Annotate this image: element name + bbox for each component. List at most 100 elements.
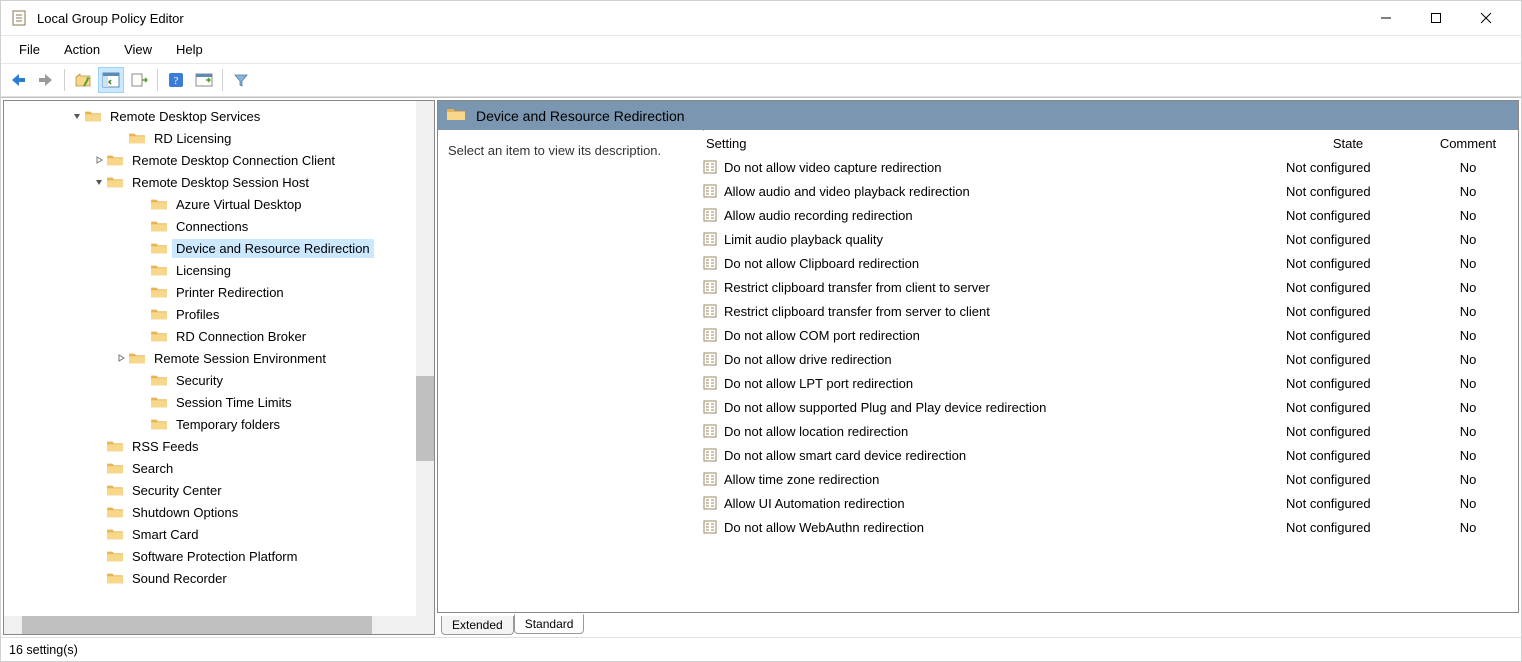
- setting-row[interactable]: Do not allow COM port redirectionNot con…: [700, 323, 1518, 347]
- tree-view[interactable]: Remote Desktop ServicesRD LicensingRemot…: [4, 101, 434, 616]
- tab-standard[interactable]: Standard: [514, 614, 585, 634]
- tree-item[interactable]: Temporary folders: [4, 413, 434, 435]
- tree-item[interactable]: Device and Resource Redirection: [4, 237, 434, 259]
- setting-name: Do not allow LPT port redirection: [724, 376, 913, 391]
- policy-icon: [702, 399, 718, 415]
- tree-item[interactable]: Remote Desktop Session Host: [4, 171, 434, 193]
- setting-row[interactable]: Allow UI Automation redirectionNot confi…: [700, 491, 1518, 515]
- setting-row[interactable]: Allow audio and video playback redirecti…: [700, 179, 1518, 203]
- setting-state: Not configured: [1278, 376, 1418, 391]
- back-button[interactable]: [5, 67, 31, 93]
- setting-comment: No: [1418, 328, 1518, 343]
- chevron-right-icon[interactable]: [92, 155, 106, 165]
- setting-comment: No: [1418, 256, 1518, 271]
- window-controls: [1361, 1, 1511, 35]
- tree-item[interactable]: Remote Desktop Connection Client: [4, 149, 434, 171]
- setting-comment: No: [1418, 160, 1518, 175]
- setting-row[interactable]: Do not allow LPT port redirection Not con…: [700, 371, 1518, 395]
- setting-comment: No: [1418, 520, 1518, 535]
- menu-help[interactable]: Help: [166, 38, 213, 61]
- export-button[interactable]: [126, 67, 152, 93]
- chevron-down-icon[interactable]: [92, 177, 106, 187]
- help-button[interactable]: ?: [163, 67, 189, 93]
- vertical-scrollbar[interactable]: [416, 101, 434, 616]
- tree-item[interactable]: Printer Redirection: [4, 281, 434, 303]
- setting-name: Do not allow supported Plug and Play dev…: [724, 400, 1046, 415]
- scrollbar-thumb[interactable]: [416, 376, 434, 461]
- folder-icon: [150, 328, 168, 344]
- tree-item[interactable]: Remote Session Environment: [4, 347, 434, 369]
- menu-view[interactable]: View: [114, 38, 162, 61]
- menu-file[interactable]: File: [9, 38, 50, 61]
- setting-row[interactable]: Do not allow supported Plug and Play dev…: [700, 395, 1518, 419]
- tree-item[interactable]: RSS Feeds: [4, 435, 434, 457]
- tree-item-label: Printer Redirection: [172, 283, 288, 302]
- setting-name: Do not allow COM port redirection: [724, 328, 920, 343]
- filter-button[interactable]: [228, 67, 254, 93]
- setting-row[interactable]: Allow audio recording redirectionNot con…: [700, 203, 1518, 227]
- setting-row[interactable]: Do not allow location redirectionNot con…: [700, 419, 1518, 443]
- setting-row[interactable]: Limit audio playback qualityNot configur…: [700, 227, 1518, 251]
- menu-action[interactable]: Action: [54, 38, 110, 61]
- tree-item[interactable]: RD Licensing: [4, 127, 434, 149]
- up-button[interactable]: [70, 67, 96, 93]
- chevron-right-icon[interactable]: [114, 353, 128, 363]
- column-setting[interactable]: Setting: [700, 132, 1278, 155]
- setting-comment: No: [1418, 208, 1518, 223]
- app-icon: [11, 9, 29, 27]
- tree-item[interactable]: Search: [4, 457, 434, 479]
- tree-item-label: Search: [128, 459, 177, 478]
- folder-icon: [150, 394, 168, 410]
- tree-item[interactable]: Licensing: [4, 259, 434, 281]
- setting-row[interactable]: Do not allow Clipboard redirectionNot co…: [700, 251, 1518, 275]
- chevron-down-icon[interactable]: [70, 111, 84, 121]
- maximize-button[interactable]: [1411, 1, 1461, 35]
- show-hide-tree-button[interactable]: [98, 67, 124, 93]
- setting-state: Not configured: [1278, 472, 1418, 487]
- tree-item[interactable]: RD Connection Broker: [4, 325, 434, 347]
- tab-extended[interactable]: Extended: [441, 616, 514, 635]
- tree-item-label: Device and Resource Redirection: [172, 239, 374, 258]
- setting-row[interactable]: Do not allow video capture redirectionNo…: [700, 155, 1518, 179]
- tree-item[interactable]: Sound Recorder: [4, 567, 434, 589]
- setting-row[interactable]: Restrict clipboard transfer from client …: [700, 275, 1518, 299]
- setting-row[interactable]: Do not allow drive redirectionNot config…: [700, 347, 1518, 371]
- settings-list[interactable]: Do not allow video capture redirectionNo…: [700, 155, 1518, 612]
- column-comment[interactable]: Comment: [1418, 132, 1518, 155]
- setting-name: Do not allow WebAuthn redirection: [724, 520, 924, 535]
- folder-icon: [150, 218, 168, 234]
- policy-icon: [702, 303, 718, 319]
- folder-icon: [106, 548, 124, 564]
- folder-icon: [150, 240, 168, 256]
- setting-state: Not configured: [1278, 304, 1418, 319]
- setting-name: Restrict clipboard transfer from client …: [724, 280, 990, 295]
- setting-comment: No: [1418, 496, 1518, 511]
- tree-item[interactable]: Security: [4, 369, 434, 391]
- column-state[interactable]: State: [1278, 132, 1418, 155]
- tree-item[interactable]: Session Time Limits: [4, 391, 434, 413]
- setting-state: Not configured: [1278, 232, 1418, 247]
- close-button[interactable]: [1461, 1, 1511, 35]
- tree-item[interactable]: Security Center: [4, 479, 434, 501]
- tree-item[interactable]: Profiles: [4, 303, 434, 325]
- tree-item[interactable]: Connections: [4, 215, 434, 237]
- setting-state: Not configured: [1278, 496, 1418, 511]
- scrollbar-thumb[interactable]: [22, 616, 372, 634]
- setting-row[interactable]: Do not allow WebAuthn redirectionNot con…: [700, 515, 1518, 539]
- setting-row[interactable]: Restrict clipboard transfer from server …: [700, 299, 1518, 323]
- setting-row[interactable]: Allow time zone redirectionNot configure…: [700, 467, 1518, 491]
- forward-button[interactable]: [33, 67, 59, 93]
- setting-name: Allow audio and video playback redirecti…: [724, 184, 970, 199]
- minimize-button[interactable]: [1361, 1, 1411, 35]
- tree-item[interactable]: Smart Card: [4, 523, 434, 545]
- policy-icon: [702, 495, 718, 511]
- setting-row[interactable]: Do not allow smart card device redirecti…: [700, 443, 1518, 467]
- tree-item[interactable]: Azure Virtual Desktop: [4, 193, 434, 215]
- tree-item[interactable]: Software Protection Platform: [4, 545, 434, 567]
- tree-item-label: Smart Card: [128, 525, 202, 544]
- tree-item[interactable]: Remote Desktop Services: [4, 105, 434, 127]
- folder-icon: [106, 482, 124, 498]
- tree-item[interactable]: Shutdown Options: [4, 501, 434, 523]
- properties-button[interactable]: [191, 67, 217, 93]
- horizontal-scrollbar[interactable]: [4, 616, 434, 634]
